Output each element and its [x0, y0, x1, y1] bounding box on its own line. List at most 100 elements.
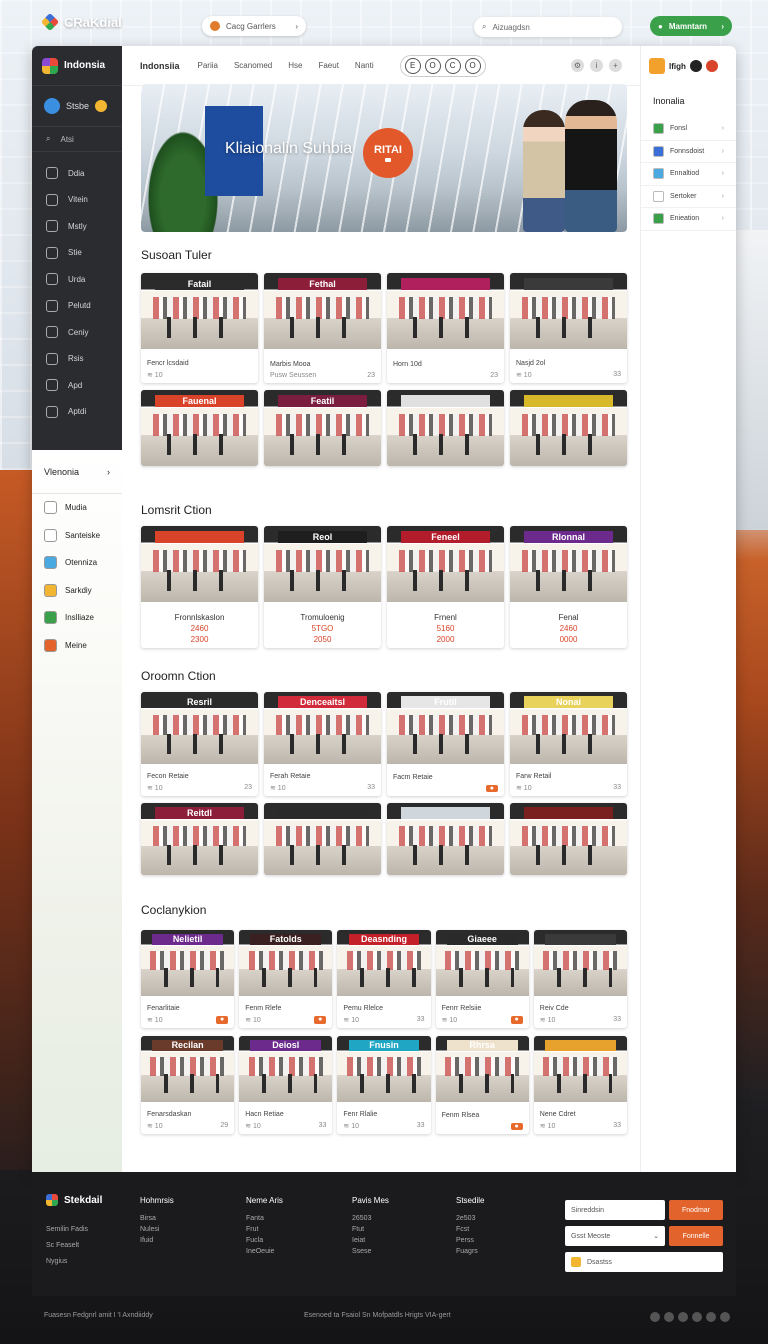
product-card[interactable]: Resril Fecon Retaie ≋ 10 23 — [141, 692, 258, 796]
product-card[interactable]: Fatolds Fenm Rlefe ≋ 10 ● — [239, 930, 333, 1028]
social-icon[interactable] — [692, 1312, 702, 1322]
product-card[interactable]: Reiv Cde ≋ 10 33 — [533, 930, 627, 1028]
brand-logo[interactable]: CRaKdial — [40, 12, 122, 32]
footer-link[interactable]: Fcst — [456, 1226, 484, 1233]
product-card[interactable]: Deasnding Pemu Rlelce ≋ 10 33 — [337, 930, 431, 1028]
tab[interactable]: Hse — [288, 61, 302, 70]
product-card[interactable]: Deiosl Hacn Retiae ≋ 10 33 — [239, 1036, 333, 1134]
right-panel-item[interactable]: Enieation › — [641, 208, 736, 231]
product-card[interactable]: Featil — [264, 390, 381, 466]
footer-subscribe-button[interactable]: Fnodmar — [669, 1200, 723, 1220]
footer-link[interactable]: Ieiat — [352, 1237, 389, 1244]
sidebar-item[interactable]: Mstly — [32, 213, 122, 240]
sidebar-user[interactable]: Stsbe — [32, 86, 122, 126]
product-card[interactable]: Frutil Facm Retaie ● — [387, 692, 504, 796]
light-sidebar-item[interactable]: Inslliaze — [32, 604, 122, 632]
product-card[interactable]: Nelietil Fenarlitaie ≋ 10 ● — [141, 930, 235, 1028]
right-panel-item[interactable]: Fonnsdoist › — [641, 141, 736, 163]
settings-icon[interactable]: ⚙ — [571, 59, 584, 72]
footer-link[interactable]: Ifuid — [140, 1237, 174, 1244]
product-card[interactable]: Nene Cdret ≋ 10 33 — [533, 1036, 627, 1134]
product-card[interactable]: Reitdl — [141, 803, 258, 875]
footer-link[interactable]: Perss — [456, 1237, 484, 1244]
tab[interactable]: Scanomed — [234, 61, 272, 70]
footer-apply-button[interactable]: Fonnelle — [669, 1226, 723, 1246]
product-card[interactable]: Fnusin Fenr Rlalie ≋ 10 33 — [337, 1036, 431, 1134]
sidebar-item[interactable]: Vitein — [32, 187, 122, 214]
add-icon[interactable]: + — [609, 59, 622, 72]
product-card[interactable] — [264, 803, 381, 875]
sidebar-search[interactable]: ⌕ Atsi — [32, 126, 122, 152]
product-card[interactable]: Nasjd 2ol ≋ 10 33 — [510, 273, 627, 383]
footer-select[interactable]: Gsst Meoste ⌄ — [565, 1226, 665, 1246]
product-card[interactable] — [510, 803, 627, 875]
sidebar-item[interactable]: Ddia — [32, 160, 122, 187]
product-card[interactable]: Feneel Frnenl 5160 2000 — [387, 526, 504, 648]
sidebar-item[interactable]: Stie — [32, 240, 122, 267]
sidebar-item[interactable]: Rsis — [32, 346, 122, 373]
tab[interactable]: Nanti — [355, 61, 374, 70]
product-card[interactable]: Fauenal — [141, 390, 258, 466]
social-icon[interactable] — [678, 1312, 688, 1322]
light-sidebar-item[interactable]: Santeiske — [32, 522, 122, 550]
product-card[interactable]: Rlonnal Fenal 2460 0000 — [510, 526, 627, 648]
right-panel-item[interactable]: Fonsl › — [641, 118, 736, 141]
sidebar-item[interactable]: Ceniy — [32, 319, 122, 346]
sidebar-brand[interactable]: Indonsia — [32, 46, 122, 86]
footer-link[interactable]: Fanta — [246, 1215, 283, 1222]
location-pill[interactable]: Cacg Garrlers › — [202, 16, 306, 36]
footer-link[interactable]: Frut — [246, 1226, 283, 1233]
product-card[interactable]: Fronnlskaslon 2460 2300 — [141, 526, 258, 648]
filter-chip[interactable]: E — [404, 57, 421, 74]
footer-app-button[interactable]: Dsastss — [565, 1252, 723, 1272]
info-icon[interactable]: i — [590, 59, 603, 72]
social-icon[interactable] — [650, 1312, 660, 1322]
hero-banner[interactable]: Kliaionalin Suhbia RITAI — [141, 84, 627, 232]
filter-chip[interactable]: O — [464, 57, 481, 74]
tab[interactable]: Faeut — [318, 61, 338, 70]
footer-link[interactable]: Ftut — [352, 1226, 389, 1233]
product-card[interactable]: Fatail Fencr lcsdaid ≋ 10 — [141, 273, 258, 383]
footer-email-input[interactable]: Sinreddsin — [565, 1200, 665, 1220]
light-sidebar-item[interactable]: Meine — [32, 632, 122, 660]
product-card[interactable]: Fethal Marbis Mooa Pusw Seussen 23 — [264, 273, 381, 383]
product-card[interactable]: Rhrsa Fenm Rlsea ● — [435, 1036, 529, 1134]
filter-chip[interactable]: C — [444, 57, 461, 74]
sidebar-item[interactable]: Pelutd — [32, 293, 122, 320]
product-card[interactable]: Nonai Farw Retail ≋ 10 33 — [510, 692, 627, 796]
sidebar-item[interactable]: Aptdi — [32, 399, 122, 426]
sidebar-item[interactable]: Apd — [32, 372, 122, 399]
product-card[interactable]: Horn 10d 23 — [387, 273, 504, 383]
app-icon[interactable] — [649, 58, 665, 74]
light-sidebar-header[interactable]: Vlenonia › — [32, 450, 122, 494]
alert-icon[interactable] — [705, 60, 718, 72]
hero-badge[interactable]: RITAI — [363, 128, 413, 178]
light-sidebar-item[interactable]: Sarkdiy — [32, 577, 122, 605]
footer-link[interactable]: 2e503 — [456, 1215, 484, 1222]
footer-link[interactable]: IneOeuie — [246, 1248, 283, 1255]
footer-link[interactable]: Fuagrs — [456, 1248, 484, 1255]
social-icon[interactable] — [664, 1312, 674, 1322]
notification-icon[interactable] — [689, 60, 702, 72]
social-icon[interactable] — [706, 1312, 716, 1322]
light-sidebar-item[interactable]: Otenniza — [32, 549, 122, 577]
product-card[interactable]: Giaeee Fenrr Relsiie ≋ 10 ● — [435, 930, 529, 1028]
right-panel-item[interactable]: Ennaltiod › — [641, 163, 736, 186]
product-card[interactable]: Denceaitsl Ferah Retaie ≋ 10 33 — [264, 692, 381, 796]
footer-link[interactable]: Nulesi — [140, 1226, 174, 1233]
tab[interactable]: Pariia — [198, 61, 218, 70]
social-icon[interactable] — [720, 1312, 730, 1322]
footer-brand[interactable]: Stekdail — [46, 1194, 102, 1206]
filter-chip[interactable]: O — [424, 57, 441, 74]
footer-link[interactable]: Fucla — [246, 1237, 283, 1244]
product-card[interactable] — [387, 390, 504, 466]
footer-link[interactable]: Birsa — [140, 1215, 174, 1222]
product-card[interactable] — [387, 803, 504, 875]
light-sidebar-item[interactable]: Mudia — [32, 494, 122, 522]
product-card[interactable]: Reol Tromuloenig 5TGO 2050 — [264, 526, 381, 648]
product-card[interactable]: Recilan Fenarsdaskan ≋ 10 29 — [141, 1036, 235, 1134]
product-card[interactable] — [510, 390, 627, 466]
footer-link[interactable]: Ssese — [352, 1248, 389, 1255]
top-cta-button[interactable]: ● Mamntarn › — [650, 16, 732, 36]
sidebar-item[interactable]: Urda — [32, 266, 122, 293]
